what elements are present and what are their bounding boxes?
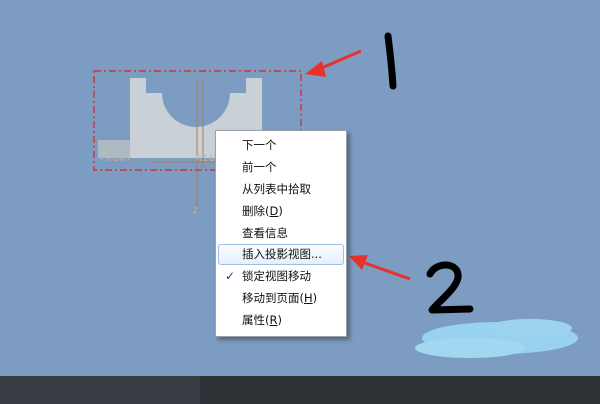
bottom-bar-segment xyxy=(200,376,600,404)
menu-item-label: 属性( xyxy=(242,313,270,327)
menu-item-suffix: ) xyxy=(277,313,283,327)
handwritten-mark-2 xyxy=(426,261,474,314)
front-view-label: FRONT xyxy=(100,154,133,164)
bottom-bar xyxy=(0,376,600,404)
menu-item-label: 从列表中拾取 xyxy=(242,182,311,196)
menu-item-previous[interactable]: 前一个 xyxy=(216,156,346,178)
menu-item-suffix: ) xyxy=(312,291,318,305)
redaction-scribble xyxy=(415,319,578,358)
menu-item-pick-from-list[interactable]: 从列表中拾取 xyxy=(216,178,346,200)
menu-item-suffix: ) xyxy=(278,204,283,218)
right-view-label: RIG xyxy=(196,154,216,164)
menu-item-move-to-page[interactable]: 移动到页面(H) xyxy=(216,287,346,309)
annotation-arrow-2 xyxy=(349,255,411,281)
menu-item-label: 锁定视图移动 xyxy=(242,269,311,283)
checkmark-icon: ✓ xyxy=(225,269,236,283)
menu-item-delete[interactable]: 删除(D) xyxy=(216,200,346,222)
window-frame: FRONT RIG 2 下一个 前一个 从列表中拾取 删除(D) 查看信息 插入… xyxy=(0,0,600,404)
menu-item-view-info[interactable]: 查看信息 xyxy=(216,222,346,244)
menu-item-mnemonic: H xyxy=(304,291,313,305)
menu-item-next[interactable]: 下一个 xyxy=(216,134,346,156)
menu-item-insert-projection-view[interactable]: 插入投影视图... xyxy=(218,244,344,265)
handwritten-mark-1 xyxy=(384,32,397,90)
menu-item-mnemonic: R xyxy=(269,313,278,327)
menu-item-lock-view-movement[interactable]: ✓ 锁定视图移动 xyxy=(216,265,346,287)
context-menu: 下一个 前一个 从列表中拾取 删除(D) 查看信息 插入投影视图... ✓ 锁定… xyxy=(215,130,347,337)
menu-item-label: 删除( xyxy=(242,204,270,218)
menu-item-label: 下一个 xyxy=(242,138,277,152)
small-mark: 2 xyxy=(193,206,199,215)
menu-item-properties[interactable]: 属性(R) xyxy=(216,309,346,331)
menu-item-label: 插入投影视图... xyxy=(242,247,322,261)
menu-item-label: 移动到页面( xyxy=(242,291,304,305)
menu-item-label: 查看信息 xyxy=(242,226,288,240)
drawing-canvas[interactable]: FRONT RIG 2 下一个 前一个 从列表中拾取 删除(D) 查看信息 插入… xyxy=(0,0,600,376)
annotation-arrow-1 xyxy=(305,49,362,77)
menu-item-label: 前一个 xyxy=(242,160,277,174)
